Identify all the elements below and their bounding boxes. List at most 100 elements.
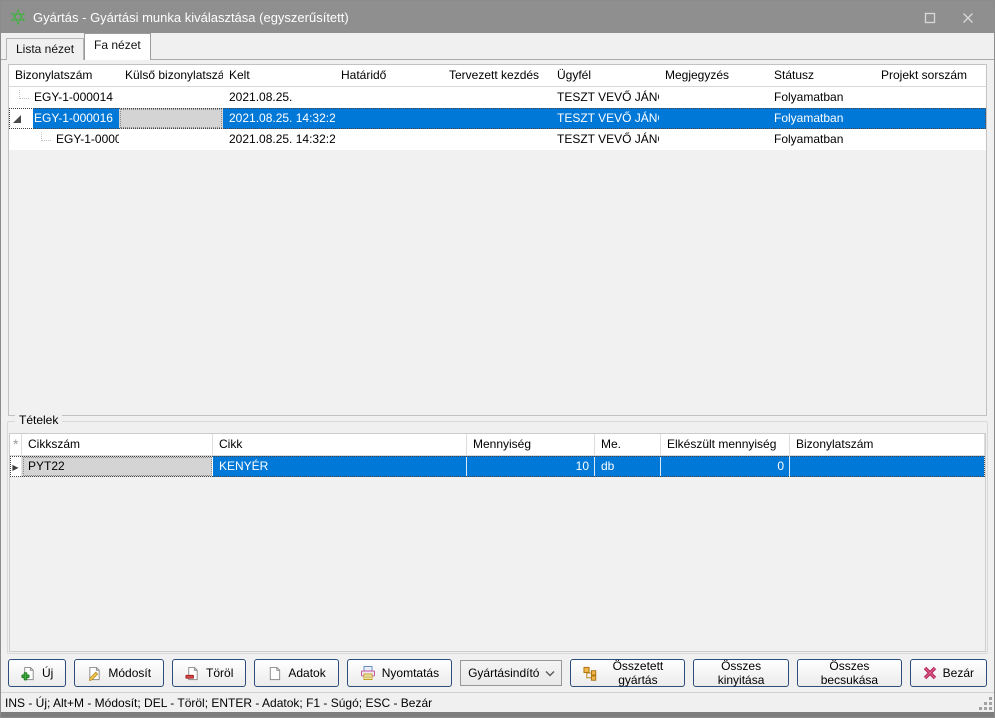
orders-column-header[interactable]: Státusz — [768, 65, 875, 86]
items-column-header[interactable]: Cikkszám — [22, 434, 213, 455]
new-document-icon — [21, 666, 36, 681]
production-starter-value: Gyártásindító — [468, 666, 545, 680]
tab-strip: Lista nézet Fa nézet — [1, 33, 994, 60]
order-cell[interactable]: TESZT VEVŐ JÁNOS J — [551, 87, 659, 108]
item-cell[interactable]: KENYÉR — [213, 456, 467, 477]
item-row[interactable]: ▶ PYT22KENYÉR10db0 — [10, 456, 985, 477]
order-cell[interactable]: EGY-1-000014 — [9, 87, 119, 108]
order-cell[interactable] — [443, 108, 551, 129]
data-button[interactable]: Adatok — [254, 659, 338, 687]
expand-all-button[interactable]: Összes kinyitása — [693, 659, 789, 687]
tree-indent — [9, 87, 33, 108]
order-cell[interactable] — [443, 87, 551, 108]
items-grid-header: *CikkszámCikkMennyiségMe.Elkészült menny… — [10, 434, 985, 456]
orders-column-header[interactable]: Megjegyzés — [659, 65, 768, 86]
order-cell[interactable] — [659, 87, 768, 108]
item-cell[interactable]: db — [595, 456, 661, 477]
orders-grid-header: BizonylatszámKülső bizonylatszámKeltHatá… — [9, 65, 986, 87]
app-gear-icon — [10, 9, 26, 25]
order-cell[interactable] — [119, 129, 223, 150]
order-cell[interactable]: 2021.08.25. 14:32:24 — [223, 108, 335, 129]
order-cell[interactable]: TESZT VEVŐ JÁNOS J — [551, 129, 659, 150]
order-cell[interactable] — [335, 129, 443, 150]
production-starter-dropdown[interactable]: Gyártásindító — [460, 660, 562, 686]
order-row[interactable]: EGY-1-00001 2021.08.25. 14:32:24 TESZT VEV… — [9, 129, 986, 150]
order-cell[interactable] — [875, 87, 986, 108]
delete-document-icon — [185, 666, 200, 681]
items-groupbox: Tételek *CikkszámCikkMennyiségMe.Elkészü… — [7, 421, 988, 654]
resize-grip[interactable] — [979, 697, 992, 710]
expander-expanded-icon[interactable] — [12, 114, 22, 124]
orders-column-header[interactable]: Ügyfél — [551, 65, 659, 86]
items-column-header[interactable]: Cikk — [213, 434, 467, 455]
tab-fa-nezet[interactable]: Fa nézet — [84, 33, 151, 60]
order-cell[interactable] — [335, 108, 443, 129]
order-id-text: EGY-1-000014 — [33, 87, 119, 108]
orders-column-header[interactable]: Bizonylatszám — [9, 65, 119, 86]
orders-column-header[interactable]: Határidő — [335, 65, 443, 86]
document-icon — [267, 666, 282, 681]
order-cell[interactable]: Folyamatban — [768, 87, 875, 108]
order-cell[interactable]: 2021.08.25. 14:32:24 — [223, 129, 335, 150]
items-column-header[interactable]: Mennyiség — [467, 434, 595, 455]
items-column-header[interactable]: Bizonylatszám — [790, 434, 985, 455]
window-title: Gyártás - Gyártási munka kiválasztása (e… — [33, 10, 349, 25]
items-grid: *CikkszámCikkMennyiségMe.Elkészült menny… — [9, 433, 986, 652]
new-button[interactable]: Új — [8, 659, 66, 687]
new-button-label: Új — [42, 666, 53, 680]
orders-grid-body: EGY-1-000014 2021.08.25. TESZT VEVŐ JÁNOS … — [9, 87, 986, 150]
order-cell[interactable] — [119, 108, 223, 129]
tree-expander[interactable] — [9, 108, 33, 129]
window-bottom-edge — [1, 712, 994, 717]
orders-column-header[interactable]: Kelt — [223, 65, 335, 86]
expand-all-button-label: Összes kinyitása — [706, 659, 776, 687]
orders-column-header[interactable]: Projekt sorszám — [875, 65, 986, 86]
chevron-down-icon — [545, 666, 561, 680]
order-cell[interactable] — [659, 108, 768, 129]
item-cell[interactable]: PYT22 — [22, 456, 213, 477]
order-cell[interactable] — [335, 87, 443, 108]
tab-lista-nezet[interactable]: Lista nézet — [6, 38, 84, 60]
order-cell[interactable]: Folyamatban — [768, 129, 875, 150]
item-cell[interactable]: 10 — [467, 456, 595, 477]
order-cell[interactable] — [875, 108, 986, 129]
row-arrow-icon: ▶ — [12, 463, 18, 472]
modify-button[interactable]: Módosít — [74, 659, 164, 687]
maximize-button[interactable] — [924, 11, 936, 23]
print-button[interactable]: Nyomtatás — [347, 659, 452, 687]
order-cell[interactable] — [119, 87, 223, 108]
printer-icon — [360, 665, 376, 681]
order-cell[interactable]: TESZT VEVŐ JÁNOS J — [551, 108, 659, 129]
items-column-header[interactable]: Me. — [595, 434, 661, 455]
org-chart-icon — [583, 666, 598, 681]
order-cell[interactable]: 2021.08.25. — [223, 87, 335, 108]
status-hints: INS - Új; Alt+M - Módosít; DEL - Töröl; … — [5, 696, 432, 710]
row-indicator-header: * — [10, 434, 22, 455]
close-dialog-button[interactable]: Bezár — [910, 659, 987, 687]
row-indicator: ▶ — [10, 456, 22, 477]
order-cell[interactable] — [875, 129, 986, 150]
order-row[interactable]: EGY-1-000016 2021.08.25. 14:32:24 TESZT VE… — [9, 108, 986, 129]
item-cell[interactable] — [790, 456, 985, 477]
status-bar: INS - Új; Alt+M - Módosít; DEL - Töröl; … — [1, 692, 994, 713]
collapse-all-button[interactable]: Összes becsukása — [797, 659, 902, 687]
composite-production-button[interactable]: Összetett gyártás — [570, 659, 685, 687]
items-column-header[interactable]: Elkészült mennyiség — [661, 434, 790, 455]
collapse-all-button-label: Összes becsukása — [810, 659, 889, 687]
item-cell[interactable]: 0 — [661, 456, 790, 477]
orders-column-header[interactable]: Külső bizonylatszám — [119, 65, 223, 86]
modify-button-label: Módosít — [108, 666, 151, 680]
order-cell[interactable]: EGY-1-00001 — [9, 129, 119, 150]
close-button[interactable] — [962, 11, 974, 23]
order-cell[interactable] — [443, 129, 551, 150]
titlebar: Gyártás - Gyártási munka kiválasztása (e… — [1, 1, 994, 33]
app-window: Gyártás - Gyártási munka kiválasztása (e… — [0, 0, 995, 718]
order-cell[interactable] — [659, 129, 768, 150]
asterisk-icon: * — [10, 436, 18, 452]
close-dialog-button-label: Bezár — [943, 666, 974, 680]
orders-column-header[interactable]: Tervezett kezdés — [443, 65, 551, 86]
order-cell[interactable]: EGY-1-000016 — [9, 108, 119, 129]
order-cell[interactable]: Folyamatban — [768, 108, 875, 129]
order-row[interactable]: EGY-1-000014 2021.08.25. TESZT VEVŐ JÁNOS … — [9, 87, 986, 108]
delete-button[interactable]: Töröl — [172, 659, 246, 687]
